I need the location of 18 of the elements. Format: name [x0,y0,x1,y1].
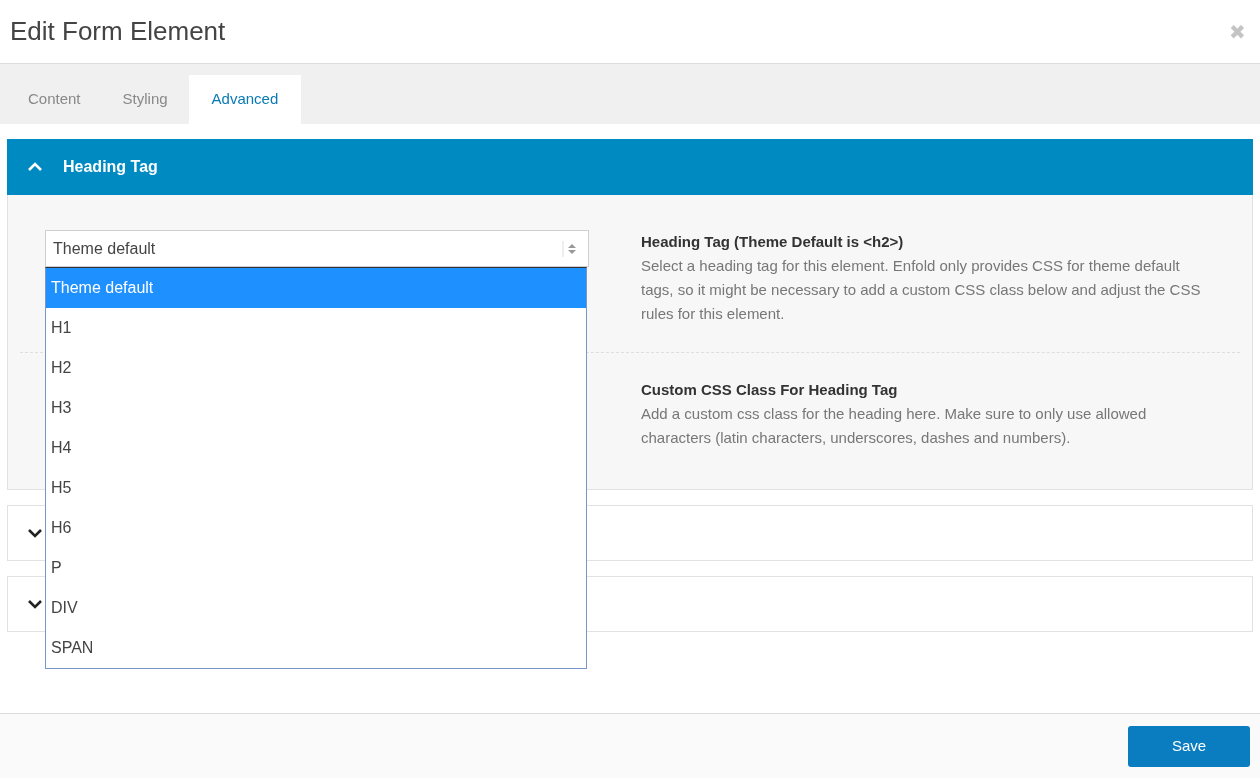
field-description: Add a custom css class for the heading here. Make sure to only use allowed characters (latin characters, underscores, dashes and numbers). [641,404,1148,448]
dropdown-option[interactable]: H6 [46,508,586,548]
select-field[interactable]: Theme default [45,230,589,267]
dialog-title: Edit Form Element [10,15,226,48]
dropdown-option[interactable]: H3 [46,388,586,428]
field-description: Select a heading tag for this element. Enfold only provides CSS for theme default tags, so it might be necessary to add a custom CSS class below and adjust the CSS rules for this element. [641,256,1201,324]
dropdown-option[interactable]: H5 [46,468,586,508]
save-button[interactable]: Save [1128,725,1250,767]
dropdown-option[interactable]: SPAN [46,628,586,668]
dropdown-option[interactable]: H2 [46,348,586,388]
section-header[interactable]: Heading Tag [7,139,1253,195]
field-label: Custom CSS Class For Heading Tag [641,380,899,400]
tab[interactable]: Advanced [188,75,302,124]
dropdown-option[interactable]: H1 [46,308,586,348]
field-label: Heading Tag (Theme Default is <h2>) [641,232,905,252]
dropdown-option[interactable]: P [46,548,586,588]
dropdown-option[interactable]: H4 [46,428,586,468]
dropdown-option[interactable]: DIV [46,588,586,628]
